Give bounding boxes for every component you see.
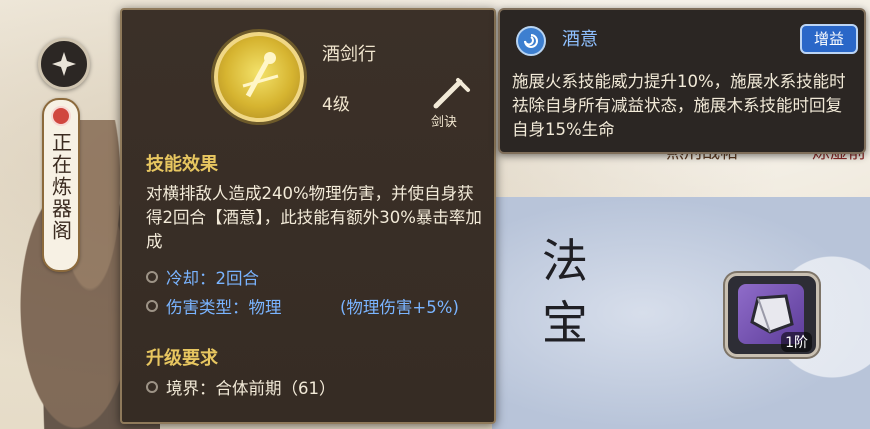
status-text: 正在炼器阁: [48, 132, 73, 242]
item-tier-badge: 1阶: [781, 332, 812, 352]
realm-requirement-text: 境界：合体前期（61）: [166, 379, 336, 398]
cooldown-text: 冷却：2回合: [166, 269, 259, 288]
sword-gourd-icon: [214, 32, 304, 122]
upgrade-section-title: 升级要求: [146, 348, 218, 369]
swirl-icon: [516, 26, 546, 56]
treasure-title: 法宝: [542, 234, 588, 350]
realm-row: 境界：合体前期（61）: [146, 375, 336, 399]
skill-name: 酒剑行: [322, 44, 376, 65]
compass-star-icon[interactable]: [38, 38, 90, 90]
effect-section-title: 技能效果: [146, 154, 218, 175]
location-status-pill[interactable]: 正在炼器阁: [42, 98, 80, 272]
skill-type-label: 剑诀: [431, 115, 458, 130]
skill-tooltip: 酒剑行 4级 剑诀 技能效果 对横排敌人造成240%物理伤害，并使自身获得2回合…: [120, 8, 496, 424]
buff-tooltip: 酒意 增益 施展火系技能威力提升10%，施展水系技能时祛除自身所有减益状态，施展…: [498, 8, 866, 154]
sword-technique-icon: [430, 76, 472, 112]
bullet-icon: [146, 300, 158, 312]
buff-description: 施展火系技能威力提升10%，施展水系技能时祛除自身所有减益状态，施展木系技能时回…: [512, 72, 846, 139]
buff-name: 酒意: [562, 29, 598, 50]
treasure-item-slot[interactable]: 1阶: [725, 273, 819, 357]
bullet-icon: [146, 271, 158, 283]
damage-bonus-text: (物理伤害+5%): [340, 298, 459, 317]
damage-type-row: 伤害类型：物理: [146, 294, 282, 318]
alert-dot-icon: [51, 106, 71, 126]
cooldown-row: 冷却：2回合: [146, 265, 259, 289]
damage-type-text: 伤害类型：物理: [166, 298, 282, 317]
buff-tag-badge: 增益: [800, 24, 858, 54]
skill-level: 4级: [322, 95, 350, 115]
bullet-icon: [146, 381, 158, 393]
skill-description: 对横排敌人造成240%物理伤害，并使自身获得2回合【酒意】，此技能有额外30%暴…: [146, 184, 482, 251]
